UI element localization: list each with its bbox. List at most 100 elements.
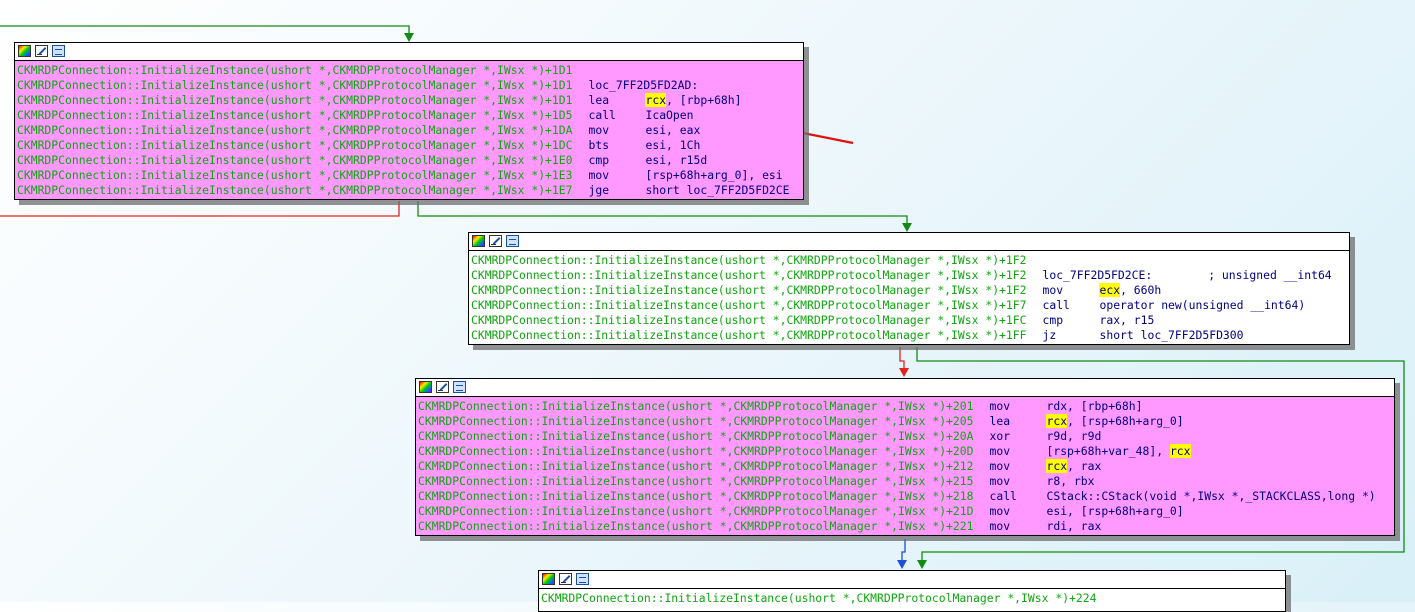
block-body: CKMRDPConnection::InitializeInstance(ush… (539, 589, 1285, 607)
operands[interactable]: [rsp+68h+arg_0], esi (645, 168, 782, 183)
basic-block-1[interactable]: CKMRDPConnection::InitializeInstance(ush… (14, 42, 804, 200)
operands[interactable]: rdi, rax (1046, 519, 1101, 534)
mnemonic[interactable]: xor (989, 429, 1046, 444)
code-label[interactable]: loc_7FF2D5FD2CE: (1042, 268, 1152, 283)
highlighted-register[interactable]: rcx (645, 93, 667, 107)
disasm-line[interactable]: CKMRDPConnection::InitializeInstance(ush… (17, 183, 801, 198)
block-group-icon[interactable] (52, 45, 65, 57)
mnemonic[interactable]: mov (588, 168, 645, 183)
disasm-line[interactable]: CKMRDPConnection::InitializeInstance(ush… (17, 138, 801, 153)
disasm-line[interactable]: CKMRDPConnection::InitializeInstance(ush… (17, 93, 801, 108)
operand-text: [rsp+68h+var_48], (1046, 444, 1170, 458)
disasm-line[interactable]: CKMRDPConnection::InitializeInstance(ush… (471, 283, 1347, 298)
operands[interactable]: r8, rbx (1046, 474, 1094, 489)
mnemonic[interactable]: lea (989, 414, 1046, 429)
operands[interactable]: short loc_7FF2D5FD300 (1099, 328, 1243, 343)
highlighted-register[interactable]: rcx (1169, 444, 1191, 458)
edge-incoming (0, 25, 410, 34)
block-rename-icon[interactable] (559, 573, 572, 585)
basic-block-3[interactable]: CKMRDPConnection::InitializeInstance(ush… (415, 378, 1395, 536)
highlighted-register[interactable]: rcx (1046, 459, 1068, 473)
basic-block-2[interactable]: CKMRDPConnection::InitializeInstance(ush… (468, 232, 1350, 345)
mnemonic[interactable]: cmp (588, 153, 645, 168)
operands[interactable]: esi, eax (645, 123, 700, 138)
disasm-line[interactable]: CKMRDPConnection::InitializeInstance(ush… (471, 268, 1347, 283)
disasm-line[interactable]: CKMRDPConnection::InitializeInstance(ush… (471, 298, 1347, 313)
highlighted-register[interactable]: rcx (1046, 414, 1068, 428)
operands[interactable]: IcaOpen (645, 108, 693, 123)
block-group-icon[interactable] (506, 235, 519, 247)
operands[interactable]: rax, r15 (1099, 313, 1154, 328)
disasm-line[interactable]: CKMRDPConnection::InitializeInstance(ush… (418, 504, 1392, 519)
operands[interactable]: short loc_7FF2D5FD2CE (645, 183, 789, 198)
block-rename-icon[interactable] (436, 381, 449, 393)
operands[interactable]: rcx, rax (1046, 459, 1101, 474)
disasm-line[interactable]: CKMRDPConnection::InitializeInstance(ush… (471, 328, 1347, 343)
block-color-icon[interactable] (542, 573, 555, 585)
operands[interactable]: CStack::CStack(void *,IWsx *,_STACKCLASS… (1046, 489, 1375, 504)
disasm-line[interactable]: CKMRDPConnection::InitializeInstance(ush… (418, 474, 1392, 489)
mnemonic[interactable]: mov (989, 504, 1046, 519)
operands[interactable]: rcx, [rsp+68h+arg_0] (1046, 414, 1184, 429)
disasm-line[interactable]: CKMRDPConnection::InitializeInstance(ush… (418, 489, 1392, 504)
operands[interactable]: esi, [rsp+68h+arg_0] (1046, 504, 1183, 519)
mnemonic[interactable]: mov (989, 444, 1046, 459)
block-body: CKMRDPConnection::InitializeInstance(ush… (416, 397, 1394, 535)
mnemonic[interactable]: cmp (1042, 313, 1099, 328)
mnemonic[interactable]: jge (588, 183, 645, 198)
block-group-icon[interactable] (453, 381, 466, 393)
disasm-line[interactable]: CKMRDPConnection::InitializeInstance(ush… (17, 63, 801, 78)
disasm-line[interactable]: CKMRDPConnection::InitializeInstance(ush… (471, 253, 1347, 268)
mnemonic[interactable]: mov (989, 519, 1046, 534)
address-label: CKMRDPConnection::InitializeInstance(ush… (17, 183, 573, 197)
disasm-line[interactable]: CKMRDPConnection::InitializeInstance(ush… (418, 429, 1392, 444)
mnemonic[interactable]: call (1042, 298, 1099, 313)
disasm-line[interactable]: CKMRDPConnection::InitializeInstance(ush… (418, 459, 1392, 474)
operands[interactable]: esi, r15d (645, 153, 707, 168)
operand-text: rdx, [rbp+68h] (1046, 399, 1143, 413)
operands[interactable]: rcx, [rbp+68h] (645, 93, 742, 108)
operands[interactable]: r9d, r9d (1046, 429, 1101, 444)
operands[interactable]: rdx, [rbp+68h] (1046, 399, 1142, 414)
basic-block-4[interactable]: CKMRDPConnection::InitializeInstance(ush… (538, 570, 1286, 612)
disasm-line[interactable]: CKMRDPConnection::InitializeInstance(ush… (418, 414, 1392, 429)
disasm-line[interactable]: CKMRDPConnection::InitializeInstance(ush… (471, 313, 1347, 328)
address-label: CKMRDPConnection::InitializeInstance(ush… (418, 474, 974, 488)
operands[interactable]: ecx, 660h (1099, 283, 1161, 298)
operands[interactable]: esi, 1Ch (645, 138, 700, 153)
mnemonic[interactable]: call (588, 108, 645, 123)
disasm-line[interactable]: CKMRDPConnection::InitializeInstance(ush… (418, 399, 1392, 414)
disasm-line[interactable]: CKMRDPConnection::InitializeInstance(ush… (17, 78, 801, 93)
block-rename-icon[interactable] (489, 235, 502, 247)
operands[interactable]: operator new(unsigned __int64) (1099, 298, 1305, 313)
mnemonic[interactable]: mov (989, 399, 1046, 414)
disasm-line[interactable]: CKMRDPConnection::InitializeInstance(ush… (418, 444, 1392, 459)
mnemonic[interactable]: call (989, 489, 1046, 504)
address-label: CKMRDPConnection::InitializeInstance(ush… (418, 489, 974, 503)
code-label[interactable]: loc_7FF2D5FD2AD: (588, 78, 698, 93)
mnemonic[interactable]: jz (1042, 328, 1099, 343)
disasm-line[interactable]: CKMRDPConnection::InitializeInstance(ush… (418, 519, 1392, 534)
mnemonic[interactable]: mov (989, 459, 1046, 474)
block-color-icon[interactable] (419, 381, 432, 393)
disasm-line[interactable]: CKMRDPConnection::InitializeInstance(ush… (541, 591, 1283, 606)
block-group-icon[interactable] (576, 573, 589, 585)
operand-text: esi, [rsp+68h+arg_0] (1046, 504, 1184, 518)
mnemonic[interactable]: mov (1042, 283, 1099, 298)
block-color-icon[interactable] (18, 45, 31, 57)
mnemonic[interactable]: mov (588, 123, 645, 138)
mnemonic[interactable]: lea (588, 93, 645, 108)
mnemonic[interactable]: bts (588, 138, 645, 153)
disasm-line[interactable]: CKMRDPConnection::InitializeInstance(ush… (17, 168, 801, 183)
disasm-line[interactable]: CKMRDPConnection::InitializeInstance(ush… (17, 123, 801, 138)
block-color-icon[interactable] (472, 235, 485, 247)
disasm-line[interactable]: CKMRDPConnection::InitializeInstance(ush… (17, 153, 801, 168)
column-gap (1026, 268, 1042, 283)
highlighted-register[interactable]: ecx (1099, 283, 1121, 297)
block-rename-icon[interactable] (35, 45, 48, 57)
column-gap (973, 459, 989, 474)
operands[interactable]: [rsp+68h+var_48], rcx (1046, 444, 1191, 459)
disasm-line[interactable]: CKMRDPConnection::InitializeInstance(ush… (17, 108, 801, 123)
operand-text: , [rbp+68h] (666, 93, 742, 107)
mnemonic[interactable]: mov (989, 474, 1046, 489)
